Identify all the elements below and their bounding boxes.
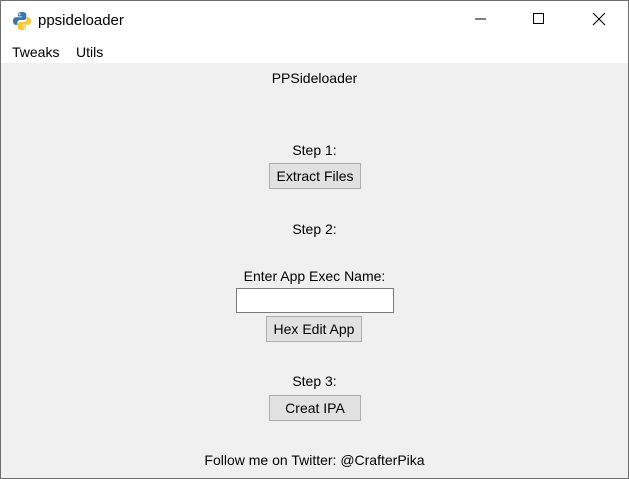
step1-label: Step 1: xyxy=(292,142,337,158)
exec-name-input[interactable] xyxy=(236,288,394,313)
minimize-button[interactable] xyxy=(452,1,510,41)
twitter-follow-label: Follow me on Twitter: @CrafterPika xyxy=(204,452,425,468)
menu-bar: Tweaks Utils xyxy=(1,41,628,63)
title-bar[interactable]: ppsideloader xyxy=(1,1,628,41)
python-icon xyxy=(12,11,32,31)
maximize-button[interactable] xyxy=(510,1,568,41)
menu-item-utils[interactable]: Utils xyxy=(76,44,103,60)
step3-label: Step 3: xyxy=(292,373,337,389)
menu-item-tweaks[interactable]: Tweaks xyxy=(12,44,59,60)
close-button[interactable] xyxy=(570,1,628,41)
create-ipa-button[interactable]: Creat IPA xyxy=(269,395,361,421)
hex-edit-button[interactable]: Hex Edit App xyxy=(266,316,362,342)
app-window: ppsideloader Tweaks Utils PPSideloader S… xyxy=(0,0,629,479)
extract-files-button[interactable]: Extract Files xyxy=(269,163,361,189)
minimize-icon xyxy=(475,12,487,30)
window-title: ppsideloader xyxy=(38,12,124,29)
exec-name-label: Enter App Exec Name: xyxy=(243,268,386,284)
step2-label: Step 2: xyxy=(292,221,337,237)
app-name-label: PPSideloader xyxy=(271,70,358,86)
close-icon xyxy=(592,12,606,31)
maximize-icon xyxy=(533,12,545,30)
